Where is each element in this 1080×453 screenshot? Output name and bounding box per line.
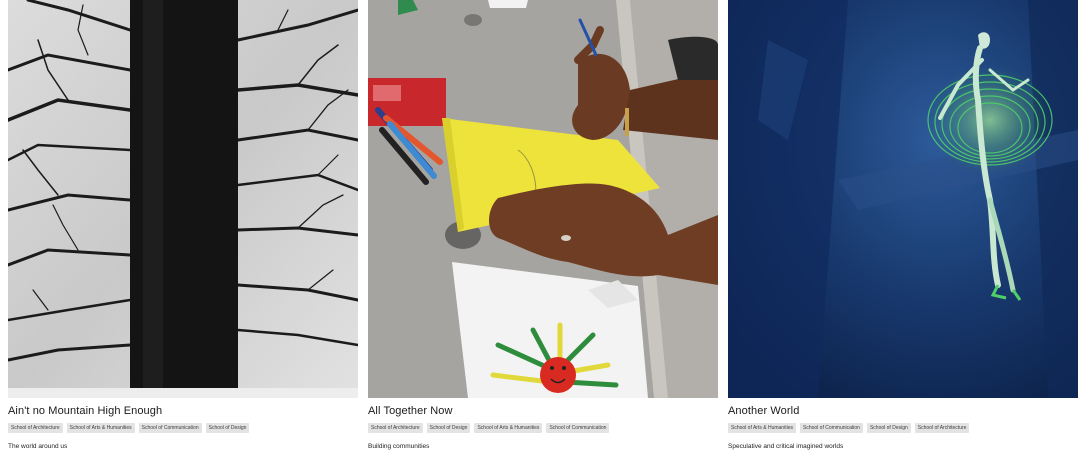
project-card-all-together-now[interactable]: All Together Now School of Architecture … [368, 0, 718, 453]
tag-school[interactable]: School of Design [205, 423, 250, 433]
project-title[interactable]: All Together Now [368, 404, 718, 418]
tag-school[interactable]: School of Architecture [914, 423, 970, 433]
project-grid: Ain't no Mountain High Enough School of … [8, 0, 1078, 453]
project-description: The world around us [8, 443, 68, 450]
tag-school[interactable]: School of Design [426, 423, 471, 433]
project-card-another-world[interactable]: Another World School of Arts & Humanitie… [728, 0, 1078, 453]
project-card-aint-no-mountain[interactable]: Ain't no Mountain High Enough School of … [8, 0, 358, 453]
tag-school[interactable]: School of Arts & Humanities [474, 423, 543, 433]
tag-list: School of Architecture School of Arts & … [8, 423, 358, 433]
drawing-on-pavement-image [368, 0, 718, 398]
tag-school[interactable]: School of Communication [546, 423, 610, 433]
tree-silhouette-image [8, 0, 358, 398]
tag-school[interactable]: School of Communication [799, 423, 863, 433]
tag-school[interactable]: School of Communication [138, 423, 202, 433]
project-title[interactable]: Another World [728, 404, 1078, 418]
underwater-figure-image [728, 0, 1078, 398]
project-image-underwater-figure[interactable] [728, 0, 1078, 398]
project-title[interactable]: Ain't no Mountain High Enough [8, 404, 358, 418]
tag-school[interactable]: School of Arts & Humanities [66, 423, 135, 433]
project-image-tree-trunk[interactable] [8, 0, 358, 398]
tag-school[interactable]: School of Architecture [8, 423, 63, 433]
project-description: Speculative and critical imagined worlds [728, 443, 844, 450]
project-image-drawing-hands[interactable] [368, 0, 718, 398]
tag-list: School of Arts & Humanities School of Co… [728, 423, 1078, 433]
tag-school[interactable]: School of Architecture [368, 423, 423, 433]
tag-school[interactable]: School of Arts & Humanities [728, 423, 796, 433]
project-description: Building communities [368, 443, 430, 450]
tag-school[interactable]: School of Design [866, 423, 911, 433]
tag-list: School of Architecture School of Design … [368, 423, 718, 433]
